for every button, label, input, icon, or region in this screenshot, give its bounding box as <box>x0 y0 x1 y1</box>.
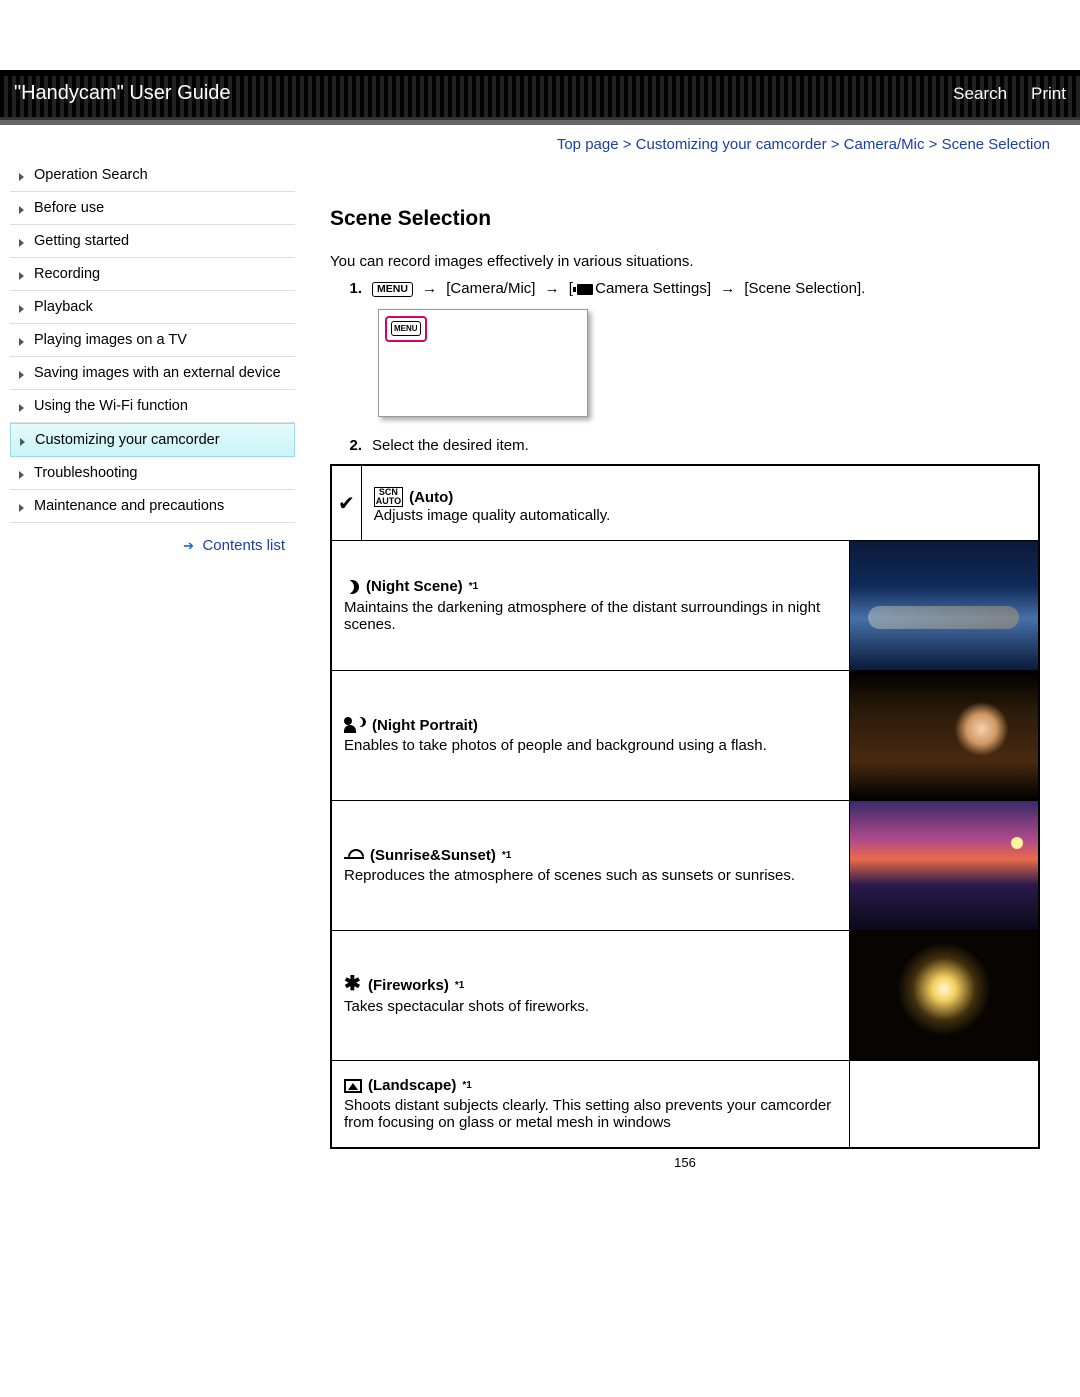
scene-cell: (Sunrise&Sunset) *1 Reproduces the atmosph… <box>331 801 849 931</box>
camera-icon <box>577 284 593 295</box>
step-path-3: [Scene Selection]. <box>744 280 865 297</box>
sidebar-item[interactable]: Operation Search <box>10 159 295 192</box>
scene-desc: Adjusts image quality automatically. <box>374 507 1026 524</box>
scene-desc: Maintains the darkening atmosphere of th… <box>344 599 837 633</box>
step-2: 2. Select the desired item. <box>330 437 1040 454</box>
menu-icon: MENU <box>372 282 413 297</box>
sample-image-graphic <box>850 671 1039 800</box>
arrow-right-icon: ➔ <box>183 538 194 553</box>
table-row: (Landscape) *1 Shoots distant subjects cle… <box>331 1061 1039 1148</box>
sidebar-item[interactable]: Playing images on a TV <box>10 324 295 357</box>
menu-icon: MENU <box>391 321 421 336</box>
sidebar-item[interactable]: Troubleshooting <box>10 457 295 490</box>
page-number: 156 <box>330 1155 1040 1170</box>
scene-desc: Enables to take photos of people and bac… <box>344 737 837 754</box>
footnote-ref: *1 <box>462 1080 471 1091</box>
sidebar-item[interactable]: Customizing your camcorder <box>10 423 295 457</box>
scene-name: (Night Portrait) <box>372 717 478 734</box>
footnote-ref: *1 <box>455 980 464 991</box>
table-row: ✔SCNAUTO (Auto)Adjusts image quality aut… <box>331 465 1039 541</box>
sunrise-sunset-icon <box>344 849 364 863</box>
intro-text: You can record images effectively in var… <box>330 253 1040 270</box>
table-row: (Fireworks) *1 Takes spectacular shots of … <box>331 931 1039 1061</box>
step-1: 1. MENU → [Camera/Mic] → [ Camera Settin… <box>330 280 1040 297</box>
sample-image <box>849 671 1039 801</box>
footnote-ref: *1 <box>502 850 511 861</box>
sample-image <box>849 541 1039 671</box>
contents-list-link[interactable]: Contents list <box>202 537 285 554</box>
scene-name: (Fireworks) <box>368 977 449 994</box>
scene-table: ✔SCNAUTO (Auto)Adjusts image quality aut… <box>330 464 1040 1149</box>
step-path-2: Camera Settings] <box>595 280 711 297</box>
sidebar-item[interactable]: Using the Wi-Fi function <box>10 390 295 423</box>
night-portrait-icon <box>344 717 366 733</box>
scene-cell: (Landscape) *1 Shoots distant subjects cle… <box>331 1061 849 1148</box>
sample-image-graphic <box>850 931 1039 1060</box>
scene-name: (Night Scene) <box>366 578 463 595</box>
table-row: (Sunrise&Sunset) *1 Reproduces the atmosph… <box>331 801 1039 931</box>
sidebar-item[interactable]: Saving images with an external device <box>10 357 295 390</box>
auto-icon: SCNAUTO <box>374 487 403 507</box>
scene-desc: Shoots distant subjects clearly. This se… <box>344 1097 837 1131</box>
scene-cell: (Night Portrait) Enables to take photos o… <box>331 671 849 801</box>
sidebar-item[interactable]: Getting started <box>10 225 295 258</box>
screen-illustration: MENU <box>378 309 588 417</box>
fireworks-icon <box>344 976 362 994</box>
sidebar-item[interactable]: Before use <box>10 192 295 225</box>
sidebar-item[interactable]: Playback <box>10 291 295 324</box>
print-link[interactable]: Print <box>1031 84 1066 104</box>
app-title: "Handycam" User Guide <box>14 82 231 105</box>
sidebar-item[interactable]: Maintenance and precautions <box>10 490 295 523</box>
scene-desc: Takes spectacular shots of fireworks. <box>344 998 837 1015</box>
scene-name: (Sunrise&Sunset) <box>370 847 496 864</box>
arrow-right-icon: → <box>720 280 735 297</box>
landscape-icon <box>344 1079 362 1093</box>
arrow-right-icon: → <box>422 280 437 297</box>
page-title: Scene Selection <box>330 207 1040 231</box>
sample-image-graphic <box>850 541 1039 670</box>
step-path-1: [Camera/Mic] <box>446 280 535 297</box>
search-link[interactable]: Search <box>953 84 1007 104</box>
main-content: Scene Selection You can record images ef… <box>295 153 1070 1170</box>
scene-cell: (Night Scene) *1 Maintains the darkening a… <box>331 541 849 671</box>
step-text: Select the desired item. <box>372 437 529 454</box>
step-number: 2. <box>344 437 362 454</box>
step-number: 1. <box>344 280 362 297</box>
scene-desc: Reproduces the atmosphere of scenes such… <box>344 867 837 884</box>
scene-name: (Auto) <box>409 489 453 506</box>
sidebar-item[interactable]: Recording <box>10 258 295 291</box>
sample-image <box>849 931 1039 1061</box>
header-actions: Search Print <box>953 84 1066 104</box>
sidebar: Operation SearchBefore useGetting starte… <box>10 159 295 1170</box>
footnote-ref: *1 <box>469 581 478 592</box>
table-row: (Night Portrait) Enables to take photos o… <box>331 671 1039 801</box>
sample-image <box>849 801 1039 931</box>
sample-image-graphic <box>850 801 1039 930</box>
scene-cell: SCNAUTO (Auto)Adjusts image quality auto… <box>361 465 1039 541</box>
menu-highlight: MENU <box>385 316 427 342</box>
arrow-right-icon: → <box>545 280 560 297</box>
table-row: (Night Scene) *1 Maintains the darkening a… <box>331 541 1039 671</box>
scene-cell: (Fireworks) *1 Takes spectacular shots of … <box>331 931 849 1061</box>
contents-list-row: ➔ Contents list <box>10 523 295 555</box>
scene-name: (Landscape) <box>368 1077 456 1094</box>
header-bar: "Handycam" User Guide Search Print <box>0 70 1080 120</box>
moon-icon <box>344 579 360 595</box>
check-icon: ✔ <box>331 465 361 541</box>
